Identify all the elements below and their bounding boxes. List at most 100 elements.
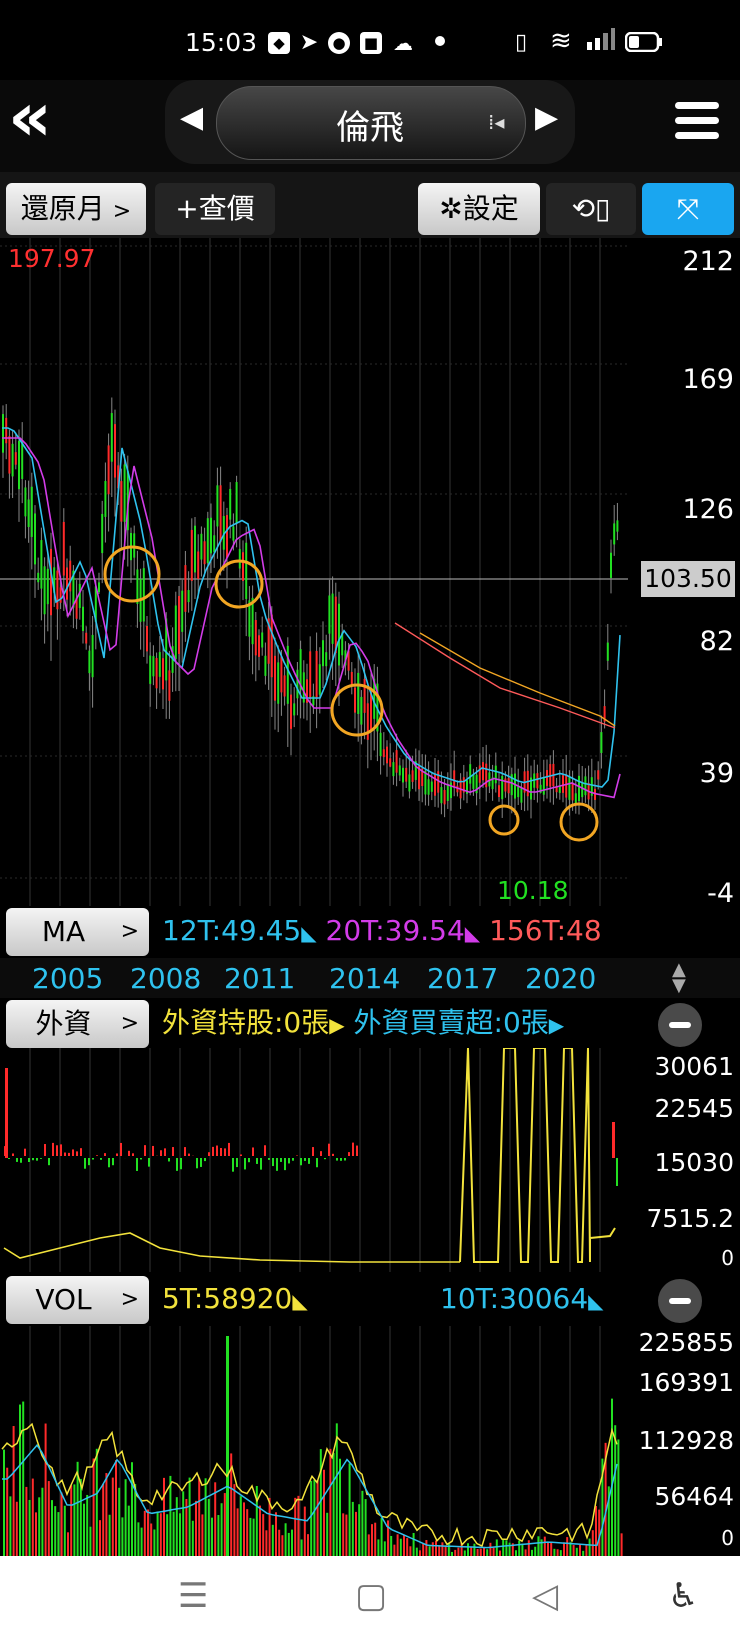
ma-button[interactable]: MA >: [6, 908, 149, 956]
next-stock-icon[interactable]: ▶: [535, 100, 558, 135]
net-buy-bar: [208, 1152, 210, 1156]
vol-button[interactable]: VOL >: [6, 1276, 149, 1324]
net-buy-bar: [152, 1145, 154, 1156]
volume-bar: [95, 1448, 98, 1556]
foreign-label: 外資: [35, 1007, 92, 1040]
volume-bar: [492, 1547, 495, 1556]
volume-bar: [188, 1477, 191, 1556]
prev-stock-icon[interactable]: ◀: [180, 100, 203, 135]
candle: [325, 652, 328, 667]
candle: [453, 770, 456, 788]
volume-bar: [19, 1404, 21, 1556]
volume-bar: [150, 1523, 153, 1556]
volume-bar: [521, 1543, 524, 1556]
net-buy-bar: [280, 1158, 282, 1162]
year-label: 2011: [224, 962, 296, 995]
ma-legend: 12T:49.45◣ 20T:39.54◣ 156T:48: [162, 906, 627, 958]
back-nav-icon[interactable]: ◁: [532, 1576, 558, 1616]
foreign-chart[interactable]: [0, 1048, 628, 1272]
volume-bar: [508, 1542, 511, 1556]
candle: [149, 655, 152, 684]
menu-icon[interactable]: [675, 102, 719, 146]
volume-bar: [233, 1484, 236, 1556]
battery-icon: [624, 31, 662, 53]
back-icon[interactable]: «: [8, 84, 80, 160]
candle: [27, 499, 30, 528]
volume-bar: [620, 1533, 623, 1556]
volume-bar: [479, 1548, 482, 1556]
year-label: 2005: [32, 962, 104, 995]
volume-bar: [467, 1543, 469, 1556]
settings-button[interactable]: ✲設定: [418, 183, 540, 235]
gear-icon: ✲: [439, 192, 463, 225]
volume-bar: [159, 1513, 162, 1556]
resize-handle-icon[interactable]: ▲ ▼: [672, 961, 686, 995]
volume-bar: [115, 1460, 117, 1556]
volume-bar: [339, 1458, 341, 1556]
candle: [558, 786, 561, 793]
marker-icon: ▶: [329, 1013, 345, 1037]
year-label: 2017: [427, 962, 499, 995]
net-buy-bar: [36, 1158, 38, 1161]
net-buy-bar: [320, 1151, 322, 1156]
fullscreen-button[interactable]: ⤧: [642, 183, 734, 235]
candle: [264, 655, 267, 676]
volume-bar: [246, 1509, 249, 1556]
marker-icon: ◣: [464, 921, 481, 945]
volume-bar: [6, 1467, 9, 1556]
volume-bar: [447, 1543, 450, 1556]
y-tick: 82: [699, 626, 734, 657]
candle: [197, 551, 200, 579]
candle: [187, 590, 190, 603]
candle: [360, 696, 363, 725]
net-buy-bar: [188, 1153, 190, 1156]
volume-bar: [195, 1500, 197, 1556]
candle: [162, 658, 164, 690]
vol-y-tick: 0: [721, 1526, 734, 1550]
net-buy-bar: [308, 1158, 310, 1164]
candle: [520, 788, 523, 803]
query-price-button[interactable]: +查價: [155, 183, 275, 235]
volume-bar: [371, 1524, 373, 1556]
candle: [184, 565, 187, 612]
year-label: 2020: [525, 962, 597, 995]
price-chart[interactable]: [0, 238, 628, 906]
cloud-icon: ☁: [393, 31, 413, 55]
collapse-vol-button[interactable]: [658, 1279, 702, 1323]
foreign-button[interactable]: 外資 >: [6, 1000, 149, 1048]
vol-10t: 10T:30064: [440, 1282, 589, 1315]
restore-month-button[interactable]: 還原月 >: [6, 183, 146, 235]
accessibility-icon[interactable]: ♿: [668, 1576, 698, 1616]
volume-bar: [342, 1513, 345, 1556]
net-buy-bar: [184, 1147, 186, 1156]
volume-bar: [31, 1478, 34, 1556]
volume-chart[interactable]: [0, 1326, 628, 1556]
candle: [357, 672, 360, 714]
candle: [238, 548, 241, 569]
vol-y-tick: 112928: [638, 1426, 734, 1455]
ma-line-12t: [2, 427, 621, 788]
recent-apps-icon[interactable]: ☰: [178, 1576, 208, 1616]
volume-bar: [239, 1496, 242, 1556]
candle: [597, 770, 600, 780]
candle: [478, 765, 481, 783]
net-buy-bar: [52, 1142, 54, 1156]
candle: [546, 770, 548, 786]
volume-bar: [118, 1487, 121, 1556]
switch-handle-icon[interactable]: ⁞◂: [488, 110, 504, 134]
volume-bar: [220, 1503, 223, 1556]
volume-bar: [537, 1536, 540, 1556]
candle: [498, 785, 500, 798]
year-label: 2008: [130, 962, 202, 995]
candle: [261, 632, 264, 648]
home-icon[interactable]: ▢: [355, 1576, 387, 1616]
net-buy-bar: [40, 1158, 42, 1159]
volume-bar: [83, 1503, 85, 1556]
candle: [338, 603, 340, 666]
marker-icon: ◣: [292, 1289, 308, 1313]
rotate-screen-button[interactable]: ⟲▯: [546, 183, 636, 235]
collapse-foreign-button[interactable]: [658, 1003, 702, 1047]
net-buy-bar: [60, 1144, 62, 1156]
net-buy-bar: [120, 1142, 122, 1156]
candle: [565, 774, 568, 798]
